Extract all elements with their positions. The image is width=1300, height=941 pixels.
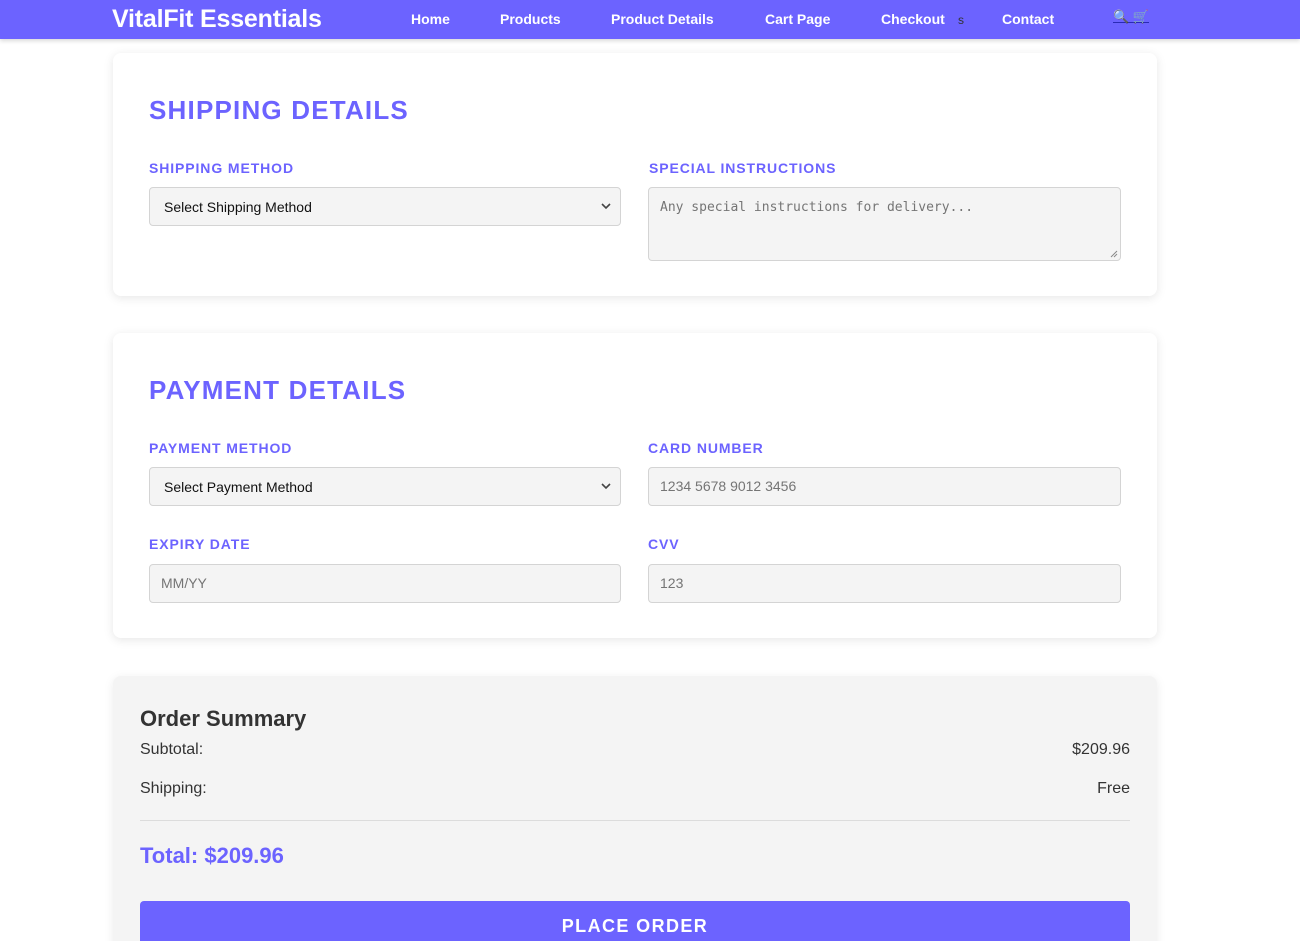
special-instructions-placeholder: Any special instructions for delivery... [660, 200, 974, 215]
expiry-date-label: EXPIRY DATE [149, 536, 251, 552]
special-instructions-textarea[interactable]: Any special instructions for delivery... [648, 187, 1121, 261]
expiry-date-input[interactable]: MM/YY [149, 564, 621, 603]
place-order-button[interactable]: PLACE ORDER [140, 901, 1130, 941]
shipping-method-select[interactable]: Select Shipping Method [149, 187, 621, 226]
chevron-down-icon [601, 203, 611, 210]
cvv-placeholder: 123 [660, 575, 684, 591]
search-cart-icons[interactable]: 🔍 🛒 [1113, 9, 1149, 25]
cvv-input[interactable]: 123 [648, 564, 1121, 603]
nav-stray-text: s [958, 13, 964, 27]
shipping-method-value: Select Shipping Method [164, 199, 312, 215]
card-number-placeholder: 1234 5678 9012 3456 [660, 478, 797, 494]
nav-checkout[interactable]: Checkout [881, 11, 945, 27]
top-navbar: VitalFit Essentials Home Products Produc… [0, 0, 1300, 39]
shipping-row: Shipping: Free [140, 780, 1130, 798]
subtotal-label: Subtotal: [140, 741, 204, 758]
cvv-label: CVV [648, 536, 680, 552]
expiry-date-placeholder: MM/YY [161, 575, 207, 591]
special-instructions-label: SPECIAL INSTRUCTIONS [649, 160, 837, 176]
subtotal-value: $209.96 [1072, 741, 1130, 758]
card-number-input[interactable]: 1234 5678 9012 3456 [648, 467, 1121, 506]
shipping-cost-label: Shipping: [140, 780, 207, 797]
nav-contact[interactable]: Contact [1002, 11, 1054, 27]
shipping-details-card: SHIPPING DETAILS SHIPPING METHOD Select … [113, 53, 1157, 296]
shipping-details-title: SHIPPING DETAILS [149, 95, 409, 125]
order-summary-title: Order Summary [140, 706, 307, 731]
order-total: Total: $209.96 [140, 843, 284, 868]
chevron-down-icon [601, 483, 611, 490]
payment-details-title: PAYMENT DETAILS [149, 375, 407, 405]
brand-logo[interactable]: VitalFit Essentials [112, 5, 322, 34]
nav-cart-page[interactable]: Cart Page [765, 11, 830, 27]
nav-product-details[interactable]: Product Details [611, 11, 714, 27]
summary-divider [140, 820, 1130, 821]
payment-method-value: Select Payment Method [164, 479, 313, 495]
order-summary: Order Summary Subtotal: $209.96 Shipping… [113, 676, 1157, 941]
resize-grip-icon[interactable] [1110, 250, 1118, 258]
payment-details-card: PAYMENT DETAILS PAYMENT METHOD Select Pa… [113, 333, 1157, 638]
nav-home[interactable]: Home [411, 11, 450, 27]
shipping-method-label: SHIPPING METHOD [149, 160, 294, 176]
payment-method-label: PAYMENT METHOD [149, 440, 293, 456]
nav-products[interactable]: Products [500, 11, 561, 27]
shipping-cost-value: Free [1097, 780, 1130, 797]
card-number-label: CARD NUMBER [648, 440, 764, 456]
payment-method-select[interactable]: Select Payment Method [149, 467, 621, 506]
subtotal-row: Subtotal: $209.96 [140, 741, 1130, 759]
